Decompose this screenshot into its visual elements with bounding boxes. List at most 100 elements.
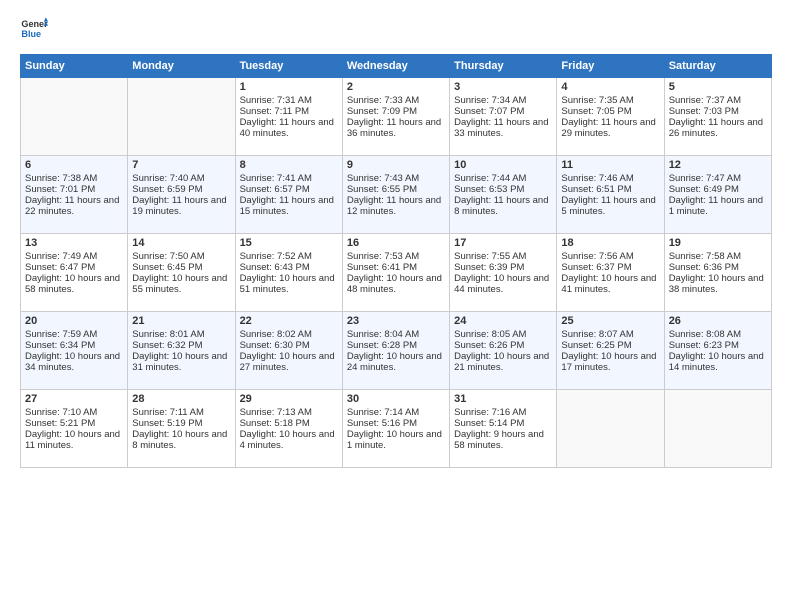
sunrise-text: Sunrise: 7:38 AM (25, 173, 123, 184)
sunset-text: Sunset: 6:37 PM (561, 262, 659, 273)
calendar-cell (557, 390, 664, 468)
calendar-cell (128, 78, 235, 156)
sunrise-text: Sunrise: 8:05 AM (454, 329, 552, 340)
daylight-text: Daylight: 10 hours and 34 minutes. (25, 351, 123, 373)
sunset-text: Sunset: 6:49 PM (669, 184, 767, 195)
sunrise-text: Sunrise: 7:52 AM (240, 251, 338, 262)
calendar-cell: 19Sunrise: 7:58 AMSunset: 6:36 PMDayligh… (664, 234, 771, 312)
daylight-text: Daylight: 11 hours and 5 minutes. (561, 195, 659, 217)
sunset-text: Sunset: 6:41 PM (347, 262, 445, 273)
daylight-text: Daylight: 10 hours and 1 minute. (347, 429, 445, 451)
calendar-cell: 3Sunrise: 7:34 AMSunset: 7:07 PMDaylight… (450, 78, 557, 156)
daylight-text: Daylight: 10 hours and 24 minutes. (347, 351, 445, 373)
sunrise-text: Sunrise: 7:58 AM (669, 251, 767, 262)
sunrise-text: Sunrise: 7:43 AM (347, 173, 445, 184)
sunrise-text: Sunrise: 8:02 AM (240, 329, 338, 340)
sunrise-text: Sunrise: 7:11 AM (132, 407, 230, 418)
daylight-text: Daylight: 11 hours and 33 minutes. (454, 117, 552, 139)
daylight-text: Daylight: 10 hours and 27 minutes. (240, 351, 338, 373)
day-number: 28 (132, 393, 230, 405)
daylight-text: Daylight: 11 hours and 29 minutes. (561, 117, 659, 139)
calendar-cell: 22 Sunrise: 8:02 AMSunset: 6:30 PMDayligh… (235, 312, 342, 390)
day-number: 6 (25, 159, 123, 171)
sunset-text: Sunset: 7:05 PM (561, 106, 659, 117)
daylight-text: Daylight: 11 hours and 8 minutes. (454, 195, 552, 217)
day-number: 5 (669, 81, 767, 93)
sunset-text: Sunset: 5:14 PM (454, 418, 552, 429)
calendar-cell: 17Sunrise: 7:55 AMSunset: 6:39 PMDayligh… (450, 234, 557, 312)
daylight-text: Daylight: 10 hours and 11 minutes. (25, 429, 123, 451)
sunrise-text: Sunrise: 7:13 AM (240, 407, 338, 418)
sunrise-text: Sunrise: 7:40 AM (132, 173, 230, 184)
sunrise-text: Sunrise: 7:53 AM (347, 251, 445, 262)
sunset-text: Sunset: 6:30 PM (240, 340, 338, 351)
calendar-cell: 12Sunrise: 7:47 AMSunset: 6:49 PMDayligh… (664, 156, 771, 234)
sunrise-text: Sunrise: 7:41 AM (240, 173, 338, 184)
sunset-text: Sunset: 6:43 PM (240, 262, 338, 273)
sunrise-text: Sunrise: 8:07 AM (561, 329, 659, 340)
sunset-text: Sunset: 6:34 PM (25, 340, 123, 351)
sunset-text: Sunset: 7:09 PM (347, 106, 445, 117)
sunset-text: Sunset: 5:21 PM (25, 418, 123, 429)
daylight-text: Daylight: 10 hours and 48 minutes. (347, 273, 445, 295)
sunrise-text: Sunrise: 7:50 AM (132, 251, 230, 262)
col-header-thursday: Thursday (450, 55, 557, 78)
calendar-cell: 5Sunrise: 7:37 AMSunset: 7:03 PMDaylight… (664, 78, 771, 156)
daylight-text: Daylight: 10 hours and 55 minutes. (132, 273, 230, 295)
day-number: 15 (240, 237, 338, 249)
svg-text:Blue: Blue (21, 29, 41, 39)
sunrise-text: Sunrise: 7:10 AM (25, 407, 123, 418)
day-number: 25 (561, 315, 659, 327)
sunset-text: Sunset: 6:45 PM (132, 262, 230, 273)
sunset-text: Sunset: 6:32 PM (132, 340, 230, 351)
sunrise-text: Sunrise: 7:31 AM (240, 95, 338, 106)
daylight-text: Daylight: 11 hours and 40 minutes. (240, 117, 338, 139)
calendar-cell: 9Sunrise: 7:43 AMSunset: 6:55 PMDaylight… (342, 156, 449, 234)
sunrise-text: Sunrise: 7:34 AM (454, 95, 552, 106)
day-number: 19 (669, 237, 767, 249)
calendar-cell: 2Sunrise: 7:33 AMSunset: 7:09 PMDaylight… (342, 78, 449, 156)
sunrise-text: Sunrise: 7:59 AM (25, 329, 123, 340)
calendar-cell: 15 Sunrise: 7:52 AMSunset: 6:43 PMDayligh… (235, 234, 342, 312)
calendar-cell: 4Sunrise: 7:35 AMSunset: 7:05 PMDaylight… (557, 78, 664, 156)
calendar-cell: 31Sunrise: 7:16 AMSunset: 5:14 PMDayligh… (450, 390, 557, 468)
week-row-3: 13Sunrise: 7:49 AMSunset: 6:47 PMDayligh… (21, 234, 772, 312)
sunrise-text: Sunrise: 8:08 AM (669, 329, 767, 340)
day-number: 4 (561, 81, 659, 93)
sunset-text: Sunset: 6:39 PM (454, 262, 552, 273)
calendar-cell: 21Sunrise: 8:01 AMSunset: 6:32 PMDayligh… (128, 312, 235, 390)
sunrise-text: Sunrise: 7:14 AM (347, 407, 445, 418)
sunset-text: Sunset: 5:19 PM (132, 418, 230, 429)
day-number: 17 (454, 237, 552, 249)
calendar-cell: 16 Sunrise: 7:53 AMSunset: 6:41 PMDayligh… (342, 234, 449, 312)
col-header-sunday: Sunday (21, 55, 128, 78)
calendar-cell: 1Sunrise: 7:31 AMSunset: 7:11 PMDaylight… (235, 78, 342, 156)
calendar-cell: 20Sunrise: 7:59 AMSunset: 6:34 PMDayligh… (21, 312, 128, 390)
week-row-2: 6 Sunrise: 7:38 AMSunset: 7:01 PM Daylight… (21, 156, 772, 234)
sunset-text: Sunset: 7:01 PM (25, 184, 123, 195)
daylight-text: Daylight: 10 hours and 17 minutes. (561, 351, 659, 373)
sunset-text: Sunset: 6:59 PM (132, 184, 230, 195)
sunset-text: Sunset: 5:18 PM (240, 418, 338, 429)
week-row-1: 1Sunrise: 7:31 AMSunset: 7:11 PMDaylight… (21, 78, 772, 156)
sunrise-text: Sunrise: 8:04 AM (347, 329, 445, 340)
col-header-saturday: Saturday (664, 55, 771, 78)
calendar-cell: 8Sunrise: 7:41 AMSunset: 6:57 PMDaylight… (235, 156, 342, 234)
daylight-text: Daylight: 10 hours and 31 minutes. (132, 351, 230, 373)
daylight-text: Daylight: 11 hours and 15 minutes. (240, 195, 338, 217)
day-number: 16 (347, 237, 445, 249)
sunset-text: Sunset: 6:47 PM (25, 262, 123, 273)
day-number: 22 (240, 315, 338, 327)
sunrise-text: Sunrise: 7:44 AM (454, 173, 552, 184)
daylight-text: Daylight: 11 hours and 26 minutes. (669, 117, 767, 139)
daylight-text: Daylight: 10 hours and 4 minutes. (240, 429, 338, 451)
calendar-cell: 14Sunrise: 7:50 AMSunset: 6:45 PMDayligh… (128, 234, 235, 312)
calendar-cell (21, 78, 128, 156)
week-row-5: 27Sunrise: 7:10 AMSunset: 5:21 PMDayligh… (21, 390, 772, 468)
daylight-text: Daylight: 11 hours and 12 minutes. (347, 195, 445, 217)
sunset-text: Sunset: 6:36 PM (669, 262, 767, 273)
logo: General Blue (20, 16, 48, 44)
day-number: 24 (454, 315, 552, 327)
calendar-cell: 29Sunrise: 7:13 AMSunset: 5:18 PMDayligh… (235, 390, 342, 468)
daylight-text: Daylight: 10 hours and 51 minutes. (240, 273, 338, 295)
